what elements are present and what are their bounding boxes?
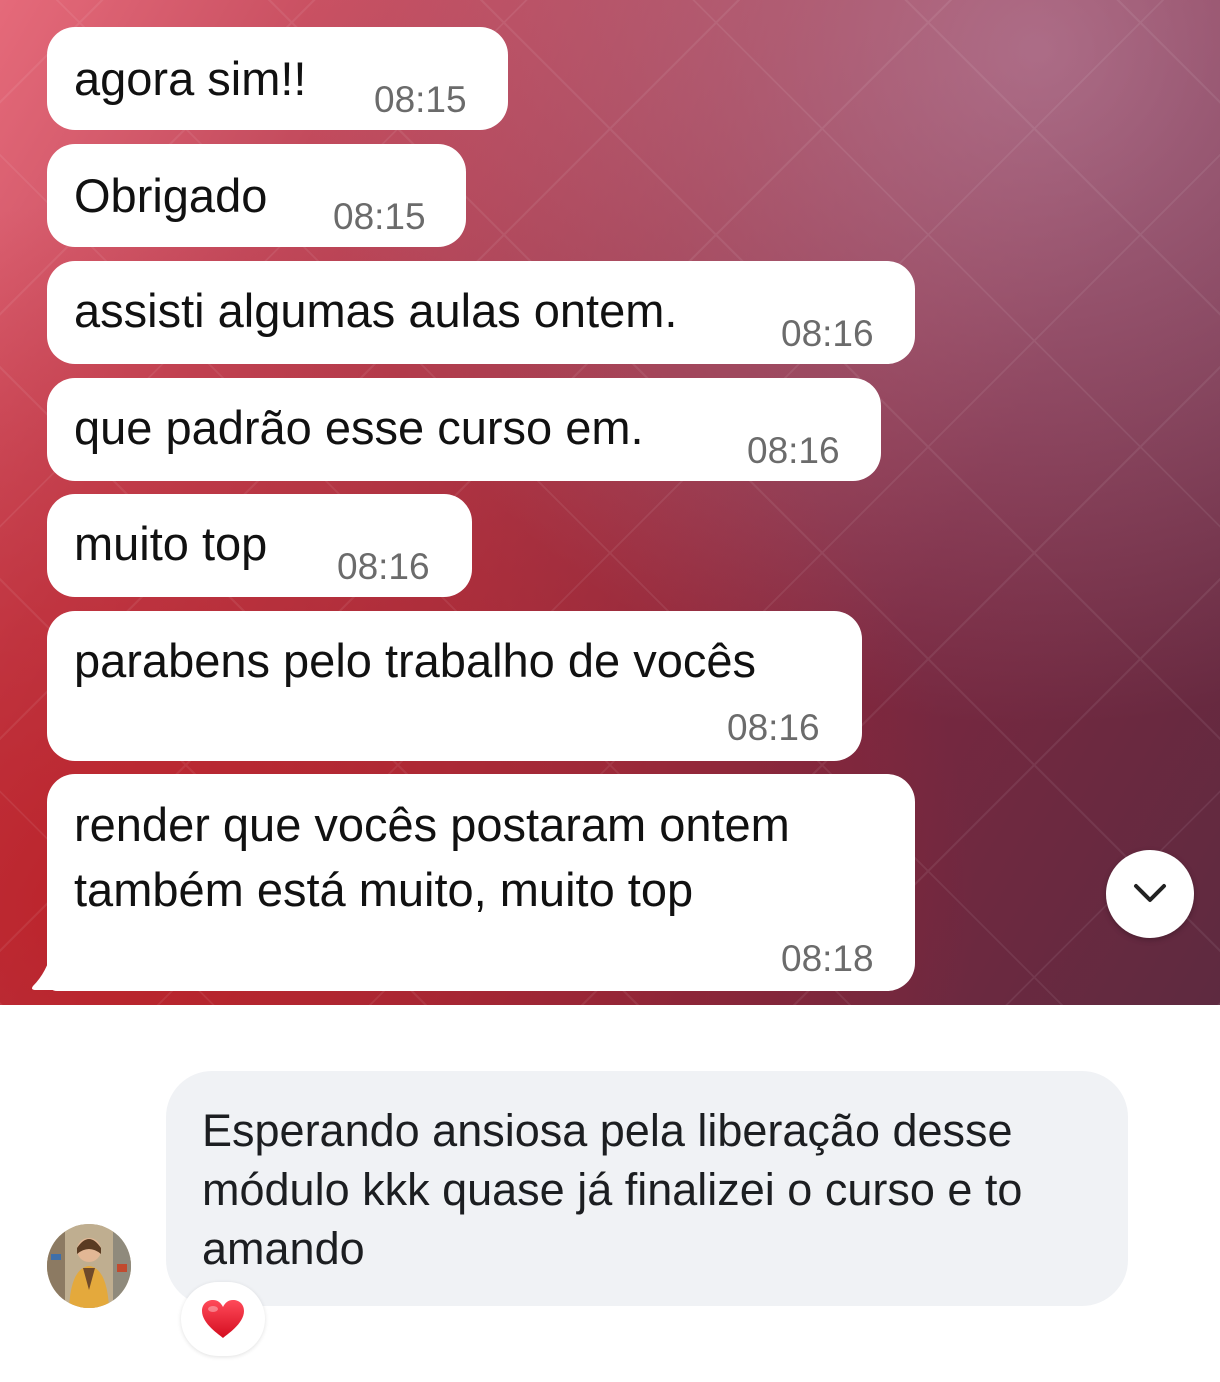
comment-bubble: Esperando ansiosa pela liberação desse m… [166,1071,1128,1306]
avatar-photo [47,1224,131,1308]
message-bubble[interactable]: agora sim!! 08:15 [47,27,508,130]
comment-text-line: Esperando ansiosa pela liberação desse [202,1105,1013,1156]
message-time: 08:16 [337,546,430,587]
comment-text-line: módulo kkk quase já finalizei o curso e … [202,1164,1023,1215]
scroll-down-button[interactable] [1106,850,1194,938]
message-bubble[interactable]: muito top 08:16 [47,494,472,597]
message-bubble[interactable]: Obrigado 08:15 [47,144,466,247]
chevron-down-icon [1134,884,1166,902]
message-text: que padrão esse curso em. [74,401,644,454]
message-time: 08:16 [781,313,874,354]
message-text: agora sim!! [74,52,307,105]
message-bubble[interactable]: assisti algumas aulas ontem. 08:16 [47,261,915,364]
message-text: Obrigado [74,169,268,222]
message-time: 08:16 [747,430,840,471]
reaction-badge[interactable] [181,1282,265,1356]
message-text: muito top [74,517,268,570]
message-text-line: também está muito, muito top [74,863,694,916]
message-bubble[interactable]: parabens pelo trabalho de vocês 08:16 [47,611,862,761]
message-time: 08:15 [333,196,426,237]
heart-icon [202,1300,244,1338]
message-time: 08:15 [374,79,467,120]
avatar[interactable] [47,1224,131,1308]
message-time: 08:18 [781,938,874,979]
chat-panel: agora sim!! 08:15 Obrigado 08:15 assisti… [0,0,1220,1005]
message-bubble[interactable]: que padrão esse curso em. 08:16 [47,378,881,481]
message-text-line: render que vocês postaram ontem [74,798,790,851]
comment-text-line: amando [202,1223,365,1274]
message-time: 08:16 [727,707,820,748]
message-text: parabens pelo trabalho de vocês [74,634,756,687]
message-text: assisti algumas aulas ontem. [74,284,678,337]
message-bubble[interactable]: render que vocês postaram ontem também e… [47,774,915,991]
